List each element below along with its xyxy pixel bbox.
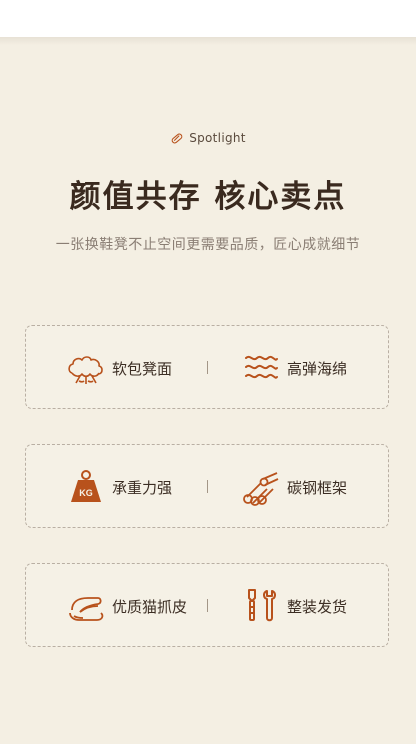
- top-strip-shadow: [0, 37, 416, 45]
- feature-label: 整装发货: [287, 597, 348, 616]
- feature-whole-unit-shipping: 整装发货: [241, 564, 347, 648]
- spotlight-icon: [171, 133, 183, 144]
- tools-icon: [248, 589, 277, 622]
- divider: [207, 361, 208, 374]
- feature-carbon-steel-frame: 碳钢框架: [241, 445, 347, 529]
- waves-icon: [245, 355, 278, 379]
- feature-high-elastic-sponge: 高弹海绵: [241, 326, 347, 410]
- top-strip: [0, 0, 416, 37]
- weight-icon: KG: [71, 470, 101, 502]
- feature-card-1: 软包凳面 高弹海绵: [25, 325, 389, 409]
- feature-label: 承重力强: [112, 478, 173, 497]
- page-subtitle: 一张换鞋凳不止空间更需要品质，匠心成就细节: [55, 237, 361, 253]
- cotton-icon: [68, 356, 103, 384]
- feature-card-3: 优质猫抓皮 整装发货: [25, 563, 389, 647]
- feature-label: 软包凳面: [112, 359, 173, 378]
- weight-icon-text: KG: [79, 488, 93, 498]
- feature-label: 优质猫抓皮: [112, 597, 188, 616]
- leather-icon: [69, 597, 104, 621]
- feature-card-2: KG 承重力强 碳钢框架: [25, 444, 389, 528]
- spotlight-tag: Spotlight: [0, 131, 416, 145]
- feature-load-bearing: KG 承重力强: [66, 445, 172, 529]
- tubes-icon: [243, 472, 279, 506]
- feature-label: 高弹海绵: [287, 359, 348, 378]
- spotlight-label: Spotlight: [189, 131, 246, 145]
- feature-soft-seat: 软包凳面: [66, 326, 172, 410]
- feature-cat-scratch-leather: 优质猫抓皮: [66, 564, 187, 648]
- feature-label: 碳钢框架: [287, 478, 348, 497]
- divider: [207, 599, 208, 612]
- divider: [207, 480, 208, 493]
- page-title: 颜值共存 核心卖点: [69, 179, 347, 215]
